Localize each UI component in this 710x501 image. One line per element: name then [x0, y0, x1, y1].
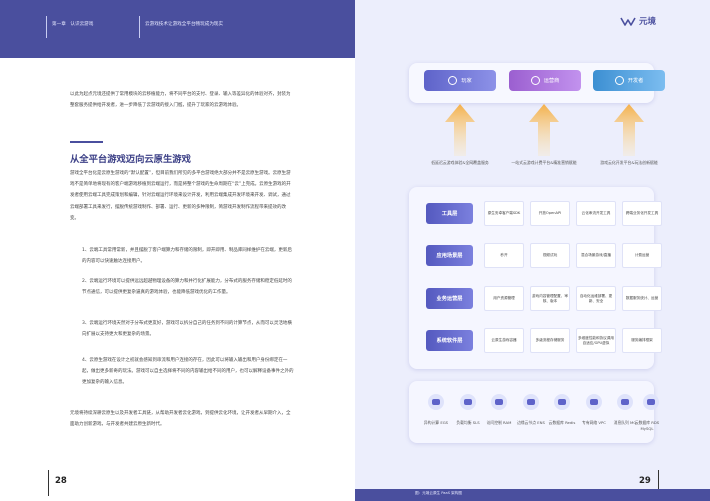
section-rule: [70, 141, 103, 143]
layer-cell: 混合场景游戏/直播: [576, 243, 616, 268]
up-arrow-icon: [529, 104, 559, 156]
header-divider: [139, 16, 140, 38]
page-number: 29: [639, 476, 651, 486]
layer-cell: 视频试玩: [530, 243, 570, 268]
service-label: 云数据库 Redis: [548, 420, 576, 425]
intro-paragraph: 以此为起点元境还提供了常用模块的云移植能力，将不同平台的支付、登录、输入等差异化…: [70, 92, 291, 109]
cloud-icon: [491, 394, 507, 410]
point-paragraph: 4、云原生游戏在设计之初就会感知到串流和用户连接的存在，因此可以将输入输出和用户…: [82, 358, 294, 386]
layer-cell: 云化串流开发工具: [576, 201, 616, 226]
layer-label-tools: 工具层: [426, 203, 473, 224]
queue-icon: [617, 394, 633, 410]
page-number: 28: [55, 476, 67, 486]
layer-cell: 跨端业务化开发工具: [622, 201, 662, 226]
layer-cell: 游戏内容管理配置、审核、版本: [530, 286, 570, 311]
service-label: 负载均衡 SLS: [456, 420, 480, 425]
body-paragraph: 游戏全平台化是云原生游戏的“默认配置”，但目前我们所见的多平台游戏绝大部分并不是…: [70, 171, 291, 221]
page-number-rule: [48, 470, 49, 496]
logo-mark-icon: [620, 17, 636, 26]
layer-label-system: 系统软件层: [426, 330, 473, 351]
layer-cell: 自动化运维部署、更新、安全: [576, 286, 616, 311]
compute-icon: [428, 394, 444, 410]
db-icon: [643, 394, 659, 410]
point-paragraph: 1、云端工具常用常新，并且摆脱了客户端算力和存储的限制，即开即用、制品库同样维护…: [82, 248, 292, 265]
services-panel: [409, 381, 654, 443]
arrow-caption: 低延迟云游戏体验&全网覆盖服务: [431, 160, 489, 165]
role-label: 运营商: [543, 78, 560, 84]
layer-cell: 计费运营: [622, 243, 662, 268]
point-paragraph: 3、云端运行环境天然对于分布式更友好，游戏可以拆分自己的任务到不同的计算节点，从…: [82, 321, 292, 338]
layer-cell: 服务编排框架: [622, 328, 662, 353]
service-label: 异构计算 EGS: [423, 420, 449, 425]
header-band: [0, 0, 355, 58]
figure-caption: 图：元境云原生 PaaS 架构图: [415, 491, 462, 495]
layer-cell: 秒开: [484, 243, 524, 268]
role-operator: 运营商: [509, 70, 581, 91]
layer-label-operations: 业务运营层: [426, 288, 473, 309]
figure-caption-bar: [355, 489, 710, 501]
role-player: 玩家: [424, 70, 496, 91]
gamepad-icon: [448, 76, 458, 85]
role-label: 开发者: [627, 78, 644, 84]
chapter-label: 第一章 认识云游戏: [52, 22, 94, 27]
vpc-icon: [586, 394, 602, 410]
database-icon: [554, 394, 570, 410]
arrow-caption: 一站式云游戏计费平台&精准营销赋能: [511, 160, 577, 165]
left-page: 第一章 认识云游戏 云游戏技术让游戏全平台畅玩成为现实 以此为起点元境还提供了常…: [0, 0, 355, 501]
closing-paragraph: 元境将持续深耕云原生以及开发者工具链，从帮助开发者云化游戏，到提供云化环境，让开…: [70, 411, 291, 428]
header-divider: [46, 16, 47, 38]
balancer-icon: [460, 394, 476, 410]
layer-label-scenarios: 应用场景层: [426, 245, 473, 266]
layer-cell: 数据服务统计、运营: [622, 286, 662, 311]
section-title: 从全平台游戏迈向云原生游戏: [70, 154, 191, 165]
code-icon: [614, 76, 624, 85]
point-paragraph: 2、云端运行环境可以提供远远超越物理设备的算力和并行化扩展能力，分布式的服务存储…: [82, 279, 292, 296]
layer-cell: 用户资源管理: [484, 286, 524, 311]
logo-text: 元境: [639, 17, 657, 27]
layer-cell: 多级流程存储服务: [530, 328, 570, 353]
role-label: 玩家: [461, 78, 472, 84]
up-arrow-icon: [445, 104, 475, 156]
arrow-caption: 游戏云化开发平台&玩法创新赋能: [600, 160, 658, 165]
service-label: 云数据库 RDS MySQL: [634, 420, 660, 431]
layer-cell: 多维度性能和协议调用自适应/GPU虚拟: [576, 328, 616, 353]
layer-cell: 原生安卓客户端SDK: [484, 201, 524, 226]
server-icon: [530, 76, 540, 85]
service-label: 专有网络 VPC: [582, 420, 606, 425]
up-arrow-icon: [614, 104, 644, 156]
running-title: 云游戏技术让游戏全平台畅玩成为现实: [145, 22, 224, 27]
layer-cell: 开放OpenAPI: [530, 201, 570, 226]
layer-cell: 云原生游戏容器: [484, 328, 524, 353]
service-label: 边缘云节点 ENS: [517, 420, 545, 425]
network-icon: [523, 394, 539, 410]
brand-logo: 元境: [620, 15, 656, 27]
role-developer: 开发者: [593, 70, 665, 91]
service-label: 访问控制 RAM: [486, 420, 512, 425]
